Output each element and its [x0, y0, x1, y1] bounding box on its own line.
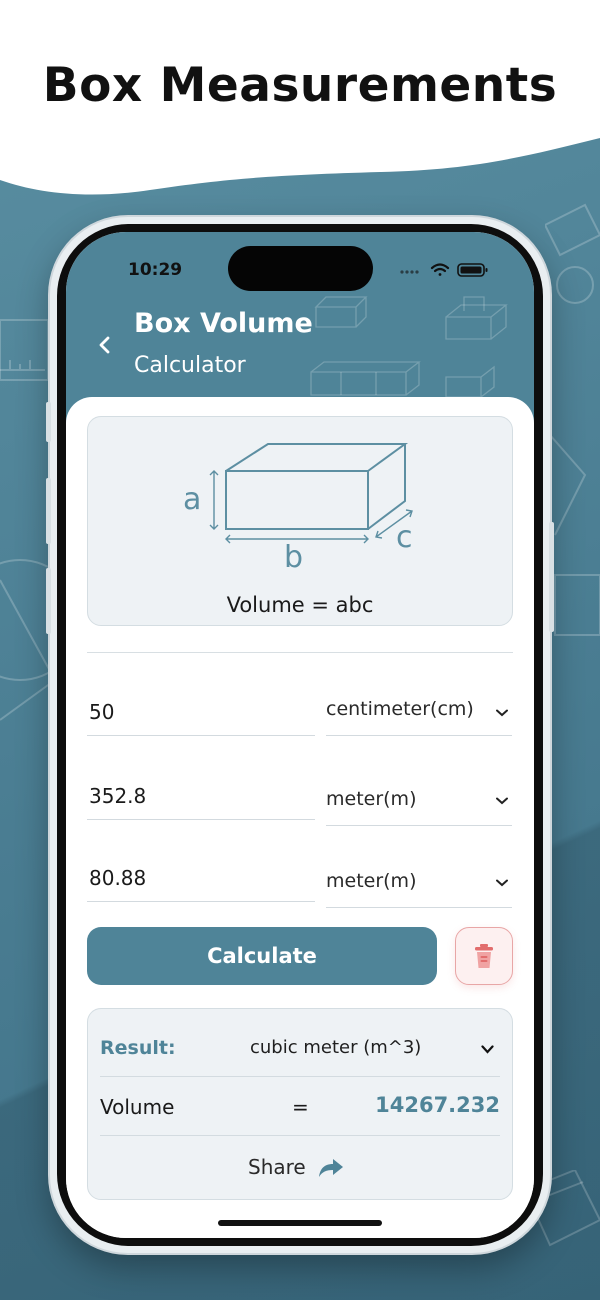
result-divider: [100, 1076, 500, 1077]
result-divider: [100, 1135, 500, 1136]
diagram-label-c: c: [396, 520, 413, 555]
width-unit-select[interactable]: meter(m): [326, 784, 512, 826]
screen-content: a b c Volume = abc 50 centimeter(cm) 352…: [66, 232, 534, 1238]
width-input[interactable]: 352.8: [87, 780, 315, 820]
width-input-value: 352.8: [89, 784, 147, 808]
volume-label: Volume: [100, 1095, 175, 1119]
length-input[interactable]: 50: [87, 696, 315, 736]
volume-value: 14267.232: [375, 1093, 500, 1117]
length-input-value: 50: [89, 700, 115, 724]
share-button[interactable]: Share: [88, 1155, 512, 1185]
height-unit-select[interactable]: meter(m): [326, 866, 512, 908]
page-headline: Box Measurements: [42, 58, 558, 113]
chevron-down-icon[interactable]: [481, 1045, 494, 1054]
share-icon: [319, 1159, 343, 1177]
diagram-label-b: b: [284, 540, 303, 569]
phone-power-button: [549, 522, 554, 632]
result-label: Result:: [100, 1037, 176, 1059]
height-input[interactable]: 80.88: [87, 862, 315, 902]
section-divider: [87, 652, 513, 653]
share-label: Share: [248, 1155, 306, 1179]
calculate-button[interactable]: Calculate: [87, 927, 437, 985]
diagram-label-a: a: [183, 482, 201, 517]
phone-silent-switch: [46, 402, 51, 442]
height-input-value: 80.88: [89, 866, 147, 890]
length-unit-select[interactable]: centimeter(cm): [326, 694, 512, 736]
chevron-down-icon: [496, 879, 508, 887]
height-unit-label: meter(m): [326, 870, 417, 892]
volume-formula: Volume = abc: [226, 593, 374, 617]
box-diagram: a b c: [183, 443, 413, 569]
box-diagram-card: a b c Volume = abc: [87, 416, 513, 626]
home-indicator: [218, 1220, 382, 1226]
phone-volume-up: [46, 478, 51, 544]
result-unit-select[interactable]: cubic meter (m^3): [250, 1037, 421, 1058]
result-card: Result: cubic meter (m^3) Volume = 14267…: [87, 1008, 513, 1200]
clear-button[interactable]: [455, 927, 513, 985]
chevron-down-icon: [496, 709, 508, 717]
length-unit-label: centimeter(cm): [326, 698, 474, 720]
trash-icon: [475, 944, 493, 968]
width-unit-label: meter(m): [326, 788, 417, 810]
chevron-down-icon: [496, 797, 508, 805]
phone-volume-down: [46, 568, 51, 634]
equals-sign: =: [292, 1095, 309, 1119]
